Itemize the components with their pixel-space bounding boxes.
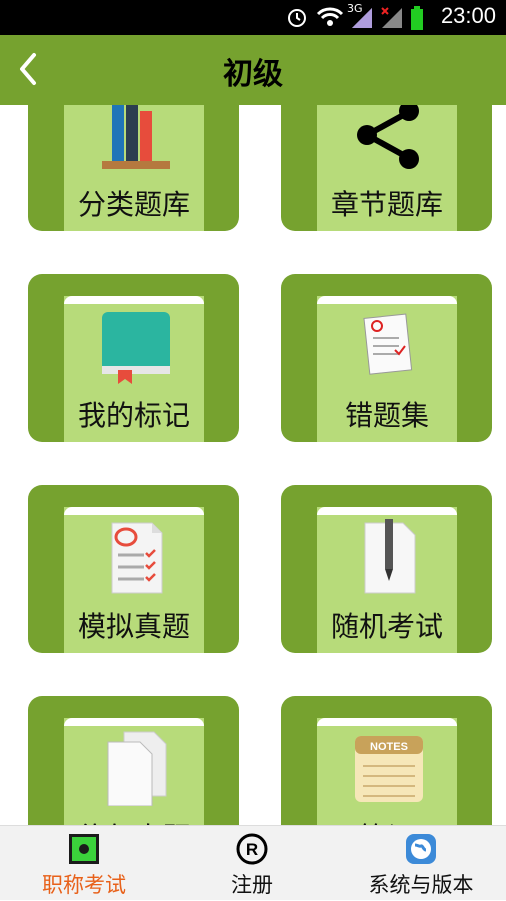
tile-label: 模拟真题 bbox=[77, 610, 190, 643]
tab-system-version[interactable]: 系统与版本 bbox=[336, 826, 506, 901]
app-bar: 初级 bbox=[0, 35, 506, 105]
graded-paper-icon bbox=[363, 313, 413, 375]
tile-category-bank[interactable]: 分类题库 bbox=[28, 105, 239, 231]
alarm-icon bbox=[288, 9, 306, 27]
status-time: 23:00 bbox=[440, 3, 496, 28]
tile-label: 随机考试 bbox=[330, 610, 443, 643]
exam-checklist-icon bbox=[111, 522, 163, 594]
tile-wrong-questions[interactable]: 错题集 bbox=[281, 274, 492, 442]
notes-icon: NOTES bbox=[355, 736, 423, 802]
tab-professional-exam[interactable]: 职称考试 bbox=[0, 826, 168, 901]
signal-icon bbox=[352, 8, 372, 28]
tab-register[interactable]: R 注册 bbox=[168, 826, 336, 901]
tab-label: 职称考试 bbox=[42, 873, 126, 897]
pen-paper-icon bbox=[364, 519, 416, 594]
tile-mock-exam[interactable]: 模拟真题 bbox=[28, 485, 239, 653]
tile-label: 笔记 bbox=[307, 816, 467, 825]
tile-random-exam[interactable]: 随机考试 bbox=[281, 485, 492, 653]
share-icon bbox=[357, 105, 419, 169]
wifi-icon bbox=[316, 7, 344, 26]
exam-tab-icon bbox=[69, 834, 99, 864]
notes-icon-text: NOTES bbox=[370, 741, 408, 753]
signal-no-sim-icon bbox=[381, 7, 402, 28]
tile-label: 分类题库 bbox=[77, 188, 190, 221]
category-grid: 分类题库 章节题库 我的标记 错题集 模拟真题 随机考试 NOTES bbox=[0, 105, 506, 825]
tile-my-marks[interactable]: 我的标记 bbox=[28, 274, 239, 442]
tab-label: 注册 bbox=[231, 873, 273, 897]
bottom-nav: 职称考试 R 注册 系统与版本 bbox=[0, 825, 506, 900]
tile-past-exams[interactable]: 往年真题 bbox=[28, 696, 239, 825]
tile-label: 我的标记 bbox=[77, 399, 190, 432]
tile-label: 往年真题 bbox=[54, 816, 214, 825]
registered-icon-text: R bbox=[246, 840, 258, 859]
tab-label: 系统与版本 bbox=[368, 873, 474, 897]
tile-notes[interactable]: NOTES 笔记 bbox=[281, 696, 492, 825]
battery-icon bbox=[411, 6, 423, 30]
status-bar: 3G 23:00 bbox=[0, 0, 506, 35]
page-title: 初级 bbox=[223, 57, 283, 92]
books-icon bbox=[102, 105, 170, 169]
globe-icon bbox=[406, 834, 436, 864]
registered-icon: R bbox=[236, 833, 268, 865]
tile-label: 章节题库 bbox=[330, 188, 443, 221]
bookmarked-book-icon bbox=[102, 312, 170, 384]
documents-icon bbox=[107, 731, 167, 806]
tile-label: 错题集 bbox=[344, 399, 429, 432]
tile-chapter-bank[interactable]: 章节题库 bbox=[281, 105, 492, 231]
